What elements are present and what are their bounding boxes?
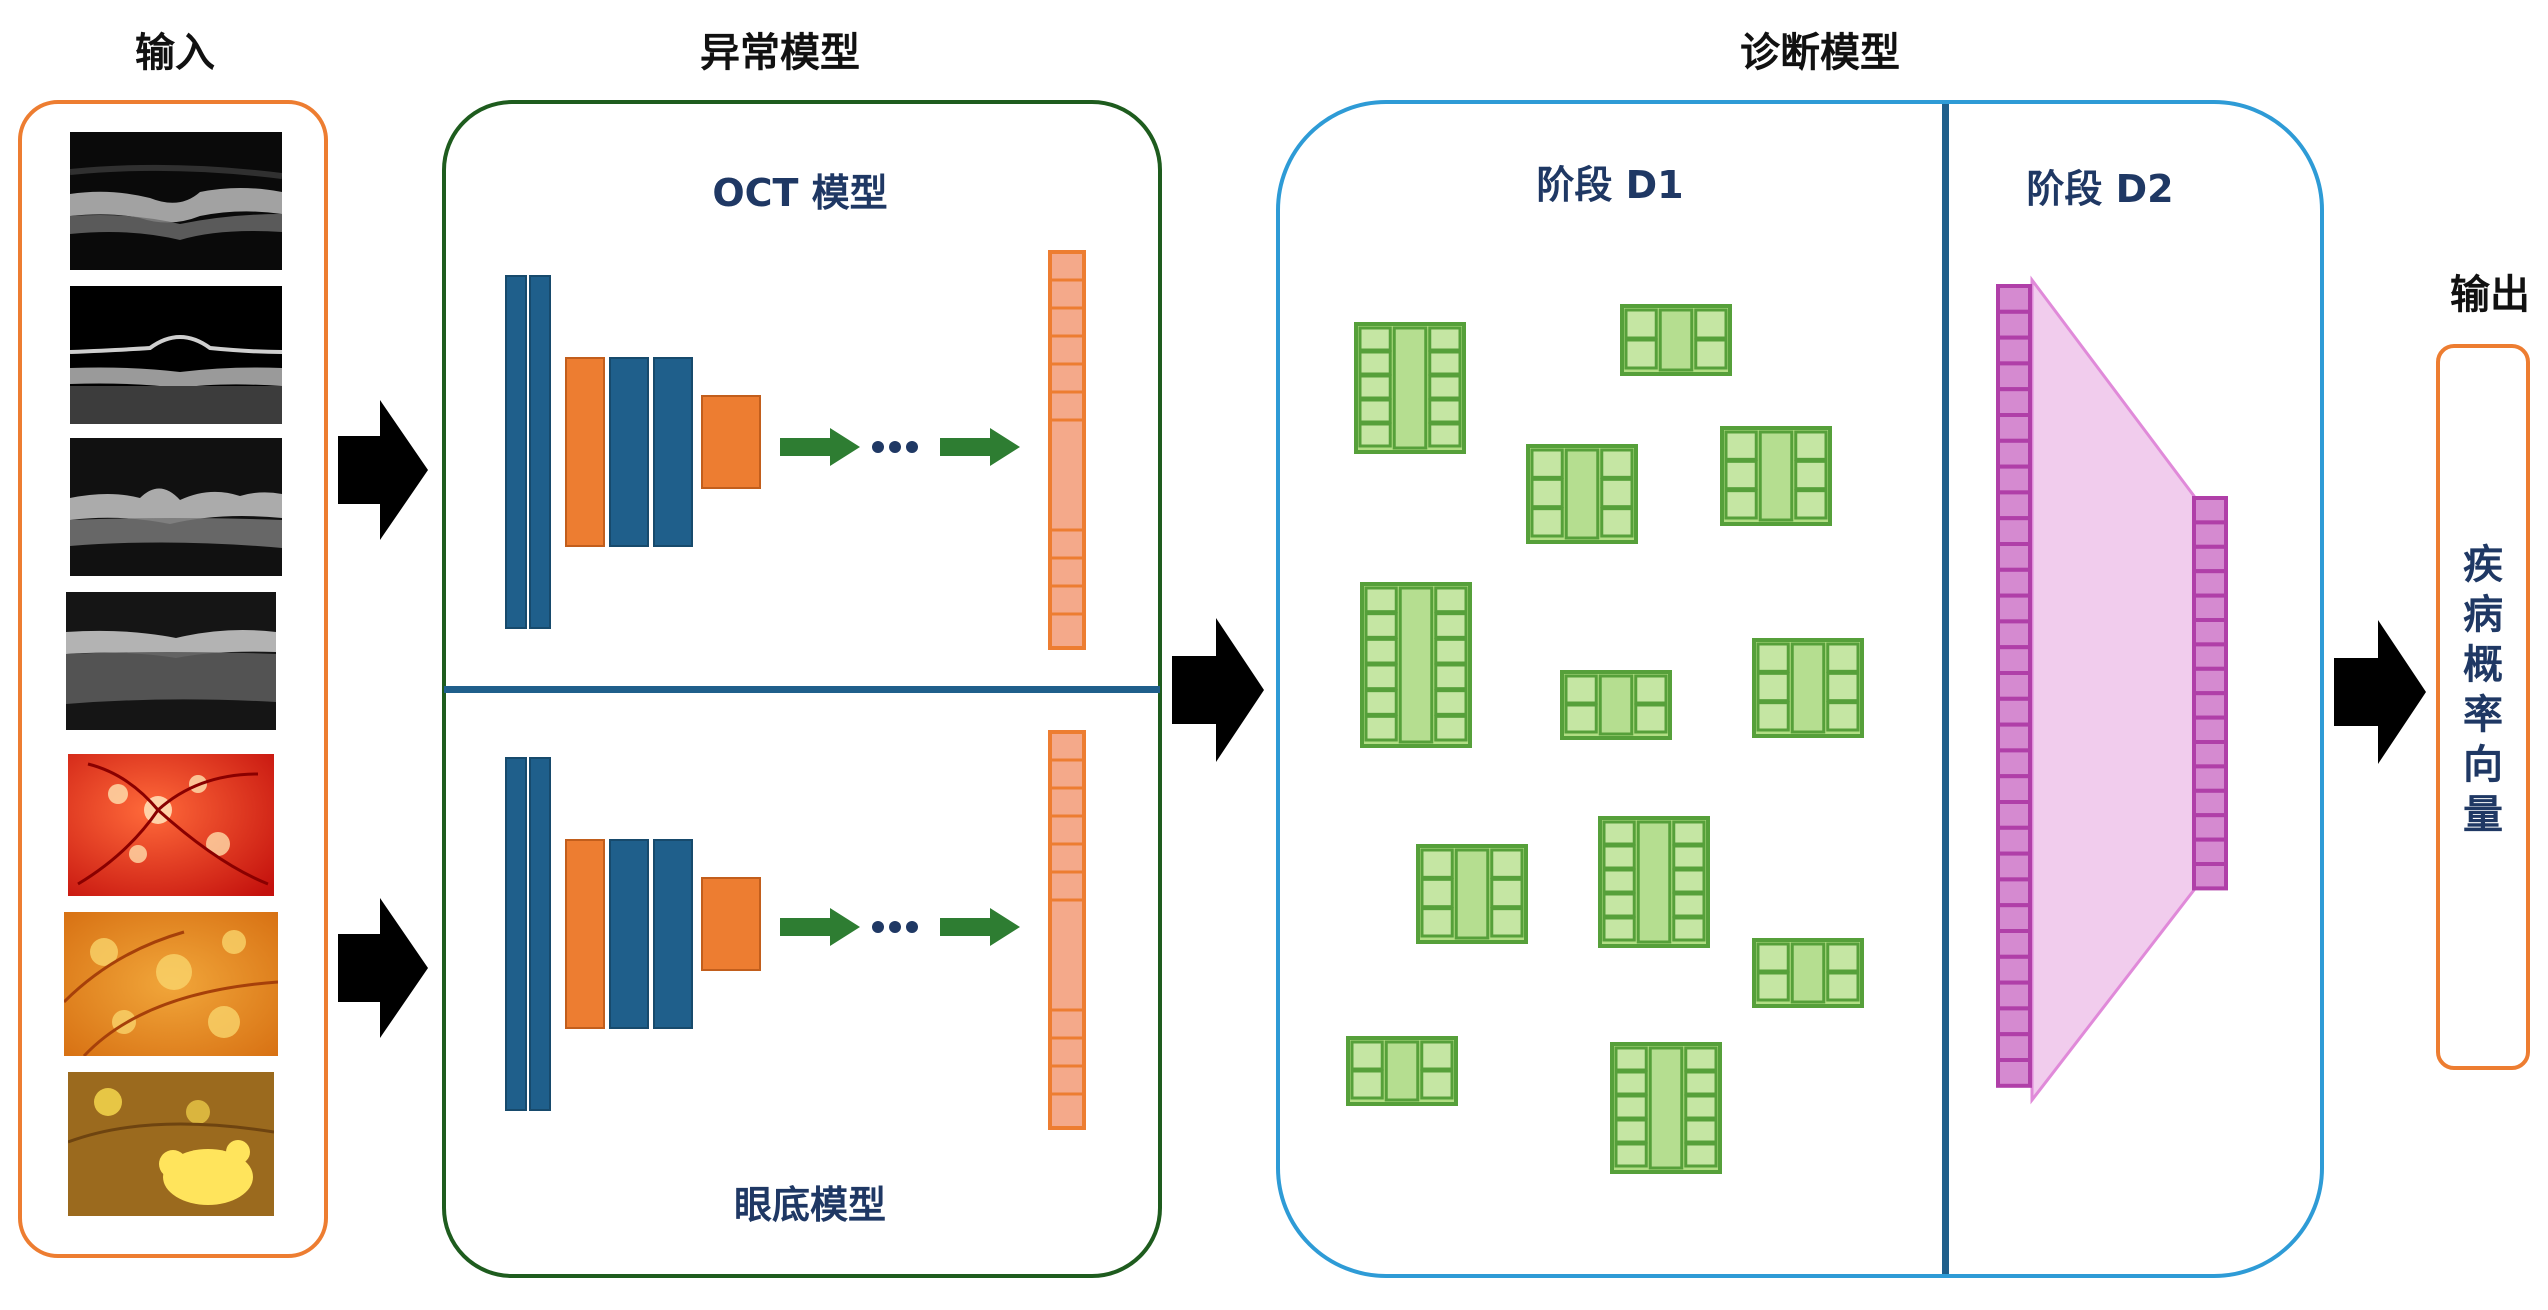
fundus-image-2: [64, 912, 278, 1056]
pool-layer: [565, 357, 605, 547]
layer-block: [1416, 844, 1528, 944]
layer-block: [1526, 444, 1638, 544]
anomaly-divider: [444, 686, 1160, 693]
oct-image-3: [70, 438, 282, 576]
green-arrow-icon: [780, 428, 860, 466]
output-char: 概: [2463, 642, 2503, 688]
fundus-image-1: [68, 754, 274, 896]
fundus-image-3: [68, 1072, 274, 1216]
layer-block: [1720, 426, 1832, 526]
dots-icon: [889, 921, 901, 933]
conv-layer: [529, 275, 551, 629]
green-arrow-icon: [940, 908, 1020, 946]
conv-layer: [653, 357, 693, 547]
layer-block: [1598, 816, 1710, 948]
diagnosis-divider: [1942, 104, 1949, 1274]
layer-block: [1560, 670, 1672, 740]
oct-model-network: [505, 250, 1086, 650]
pool-layer: [701, 395, 761, 489]
layer-block: [1360, 582, 1472, 748]
conv-layer: [505, 275, 527, 629]
conv-layer: [505, 757, 527, 1111]
oct-model-label: OCT 模型: [712, 171, 888, 215]
pool-layer: [565, 839, 605, 1029]
conv-layer: [609, 839, 649, 1029]
input-title: 输入: [135, 30, 215, 76]
dots-icon: [889, 441, 901, 453]
oct-image-1: [70, 132, 282, 270]
layer-block: [1620, 304, 1732, 376]
layer-block: [1752, 638, 1864, 738]
output-char: 量: [2463, 792, 2503, 838]
fundus-model-network: [505, 730, 1086, 1130]
layer-block: [1752, 938, 1864, 1008]
big-arrow-3-icon: [1172, 618, 1264, 762]
pool-layer: [701, 877, 761, 971]
output-char: 率: [2463, 692, 2503, 738]
dense-layer-output: [2192, 496, 2228, 891]
layer-block: [1610, 1042, 1722, 1174]
big-arrow-4-icon: [2334, 620, 2426, 764]
big-arrow-2-icon: [338, 898, 428, 1038]
output-char: 疾: [2463, 542, 2503, 588]
output-char: 病: [2463, 592, 2503, 638]
output-title: 输出: [2450, 272, 2530, 318]
green-arrow-icon: [940, 428, 1020, 466]
layer-block: [1346, 1036, 1458, 1106]
layer-block: [1354, 322, 1466, 454]
stage-d2-network: [1996, 275, 2228, 1105]
dots-icon: [872, 441, 884, 453]
output-text: 疾 病 概 率 向 量: [2436, 540, 2530, 840]
stage-d1-blocks: [1346, 304, 1864, 1174]
dense-layer-input: [1996, 284, 2032, 1088]
feature-vector: [1048, 250, 1086, 650]
dots-icon: [906, 441, 918, 453]
conv-layer: [609, 357, 649, 547]
green-arrow-icon: [780, 908, 860, 946]
oct-image-4: [66, 592, 276, 730]
output-char: 向: [2463, 742, 2503, 788]
fundus-model-label: 眼底模型: [733, 1183, 886, 1227]
funnel-connection: [2030, 275, 2196, 1105]
oct-image-2: [70, 286, 282, 424]
dots-icon: [906, 921, 918, 933]
big-arrow-1-icon: [338, 400, 428, 540]
conv-layer: [529, 757, 551, 1111]
anomaly-title: 异常模型: [700, 30, 860, 76]
conv-layer: [653, 839, 693, 1029]
diagnosis-title: 诊断模型: [1740, 30, 1900, 76]
dots-icon: [872, 921, 884, 933]
feature-vector: [1048, 730, 1086, 1130]
